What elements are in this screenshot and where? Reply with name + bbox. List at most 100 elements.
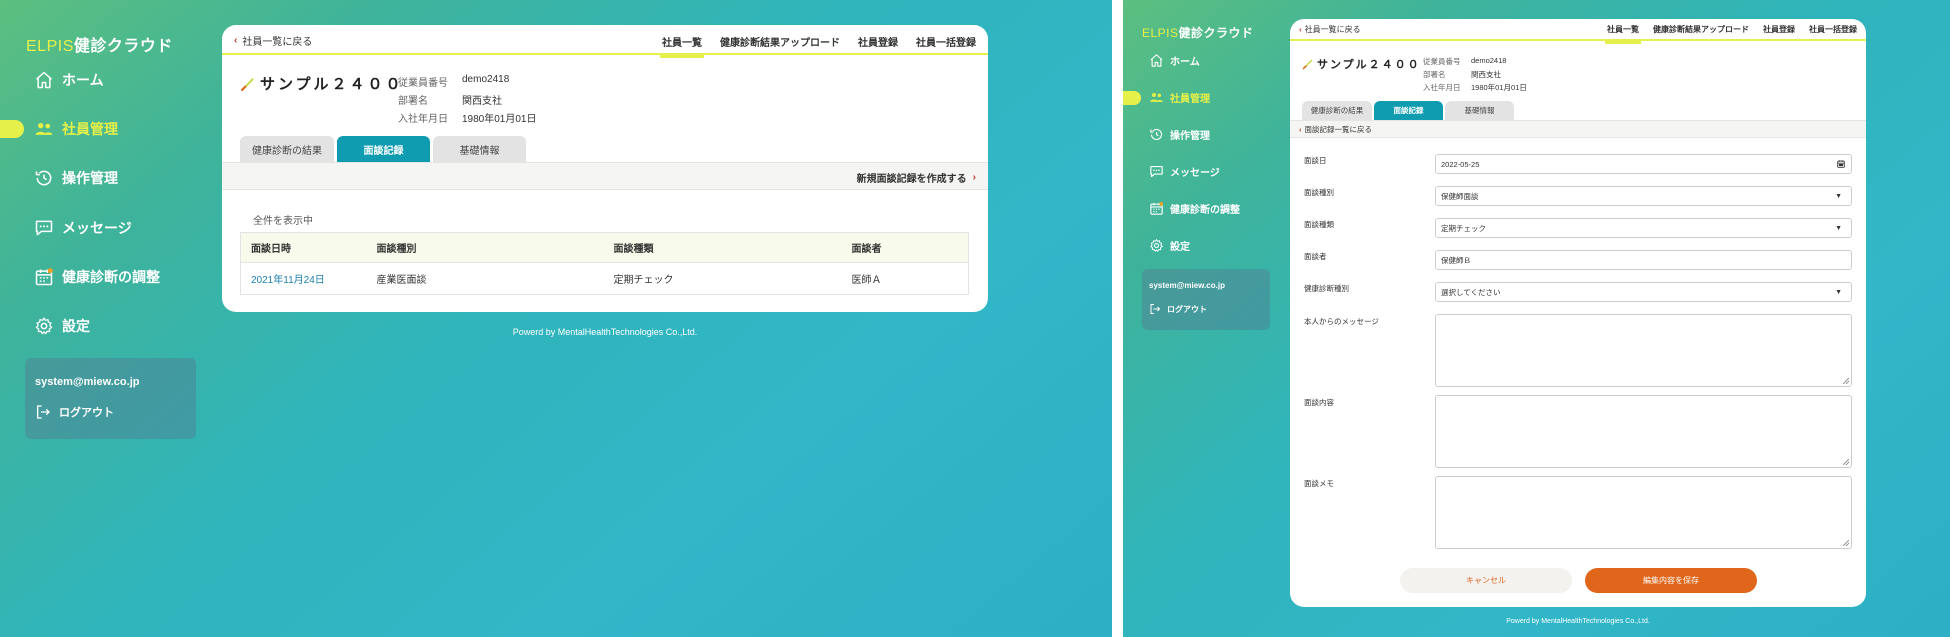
user-email: system@miew.co.jp <box>1149 281 1225 290</box>
interview-records-table: 面談日時 面談種別 面談種類 面談者 2021年11月24日 産業医面談 定期チ… <box>240 232 969 295</box>
tab-employee-list[interactable]: 社員一覧 <box>1605 24 1641 44</box>
new-interview-record-link[interactable]: 新規面談記録を作成する › <box>857 170 976 185</box>
top-navigation: 社員一覧 健康診断結果アップロード 社員登録 社員一括登録 <box>660 34 976 58</box>
sidebar-item-home[interactable]: ホーム <box>1149 53 1200 68</box>
sidebar-item-checkup-schedule[interactable]: 健康診断の調整 <box>34 267 160 287</box>
record-interviewer: 医師Ａ <box>851 275 882 286</box>
tab-employee-list[interactable]: 社員一覧 <box>660 34 704 58</box>
sidebar-item-employees[interactable]: 社員管理 <box>34 119 118 139</box>
back-to-interview-list-link[interactable]: ‹ 面談記録一覧に戻る <box>1299 124 1372 135</box>
sidebar-item-operations[interactable]: 操作管理 <box>34 168 118 188</box>
join-date-label: 入社年月日 <box>1423 83 1461 92</box>
form-card: ‹ 社員一覧に戻る 社員一覧 健康診断結果アップロード 社員登録 社員一括登録 … <box>1290 19 1866 607</box>
employee-id-value: demo2418 <box>462 74 510 85</box>
department-label: 部署名 <box>398 96 428 107</box>
employee-id-label: 従業員番号 <box>1423 57 1461 66</box>
sidebar-item-label: 操作管理 <box>1170 131 1210 142</box>
tab-employee-register[interactable]: 社員登録 <box>1763 24 1795 35</box>
tab-interview-records[interactable]: 面談記録 <box>1374 101 1443 120</box>
pencil-icon <box>240 76 256 92</box>
tab-checkup-upload[interactable]: 健康診断結果アップロード <box>1653 24 1749 35</box>
interview-memo-textarea[interactable] <box>1435 476 1852 549</box>
sidebar-item-home[interactable]: ホーム <box>34 70 104 90</box>
logout-label: ログアウト <box>59 407 114 419</box>
record-type: 定期チェック <box>613 275 674 286</box>
checkup-category-value: 選択してください <box>1441 287 1501 297</box>
cancel-button[interactable]: キャンセル <box>1400 568 1572 593</box>
user-email: system@miew.co.jp <box>35 376 140 388</box>
sidebar-item-label: ホーム <box>1170 57 1200 68</box>
interviewer-input[interactable]: 保健師Ｂ <box>1435 250 1852 270</box>
interview-type-value: 定期チェック <box>1441 223 1486 233</box>
back-to-employee-list-link[interactable]: ‹ 社員一覧に戻る <box>1299 24 1361 35</box>
sidebar-item-settings[interactable]: 設定 <box>1149 238 1190 253</box>
tab-employee-register[interactable]: 社員登録 <box>858 34 898 49</box>
logo-brand: ELPIS <box>1142 26 1179 40</box>
users-icon <box>1149 90 1164 105</box>
logout-icon <box>1149 303 1161 315</box>
logo-brand: ELPIS <box>26 38 74 55</box>
sidebar-item-label: メッセージ <box>62 220 132 236</box>
interviewer-value: 保健師Ｂ <box>1441 255 1471 265</box>
department-label: 部署名 <box>1423 70 1446 79</box>
message-icon <box>34 218 54 238</box>
interview-category-select[interactable]: 保健師面談 ▼ <box>1435 186 1852 206</box>
pencil-icon <box>1302 58 1314 70</box>
tab-bulk-register[interactable]: 社員一括登録 <box>916 34 976 49</box>
checkup-category-select[interactable]: 選択してください ▼ <box>1435 282 1852 302</box>
employee-id-value: demo2418 <box>1471 56 1507 65</box>
sidebar-item-employees[interactable]: 社員管理 <box>1149 90 1210 105</box>
tab-checkup-results[interactable]: 健康診断の結果 <box>1302 101 1372 120</box>
main-card: ‹ 社員一覧に戻る 社員一覧 健康診断結果アップロード 社員登録 社員一括登録 … <box>222 25 988 312</box>
app-logo[interactable]: ELPIS健診クラウド <box>1142 24 1254 41</box>
sidebar-item-label: 設定 <box>62 318 90 334</box>
join-date-value: 1980年01月01日 <box>1471 83 1527 92</box>
field-label-checkup-category: 健康診断種別 <box>1304 284 1349 293</box>
record-date-link[interactable]: 2021年11月24日 <box>241 263 367 295</box>
dropdown-caret-icon: ▼ <box>1835 224 1842 232</box>
tab-checkup-upload[interactable]: 健康診断結果アップロード <box>720 34 840 49</box>
sidebar-item-label: 健康診断の調整 <box>62 269 160 285</box>
tab-basic-info[interactable]: 基礎情報 <box>433 136 526 162</box>
logout-button[interactable]: ログアウト <box>35 404 114 420</box>
col-interview-type: 面談種類 <box>603 232 842 263</box>
back-label: 社員一覧に戻る <box>242 37 313 48</box>
tab-basic-info[interactable]: 基礎情報 <box>1445 101 1514 120</box>
sidebar-item-label: 社員管理 <box>62 121 118 137</box>
user-box: system@miew.co.jp ログアウト <box>25 358 196 439</box>
logout-button[interactable]: ログアウト <box>1149 303 1207 315</box>
tab-bulk-register[interactable]: 社員一括登録 <box>1809 24 1857 35</box>
employee-id-label: 従業員番号 <box>398 78 448 89</box>
sidebar-item-label: 操作管理 <box>62 170 118 186</box>
back-label: 社員一覧に戻る <box>1304 25 1361 34</box>
app-logo[interactable]: ELPIS健診クラウド <box>26 32 173 56</box>
department-value: 関西支社 <box>1471 70 1501 79</box>
field-label-interview-content: 面談内容 <box>1304 398 1334 407</box>
interview-type-select[interactable]: 定期チェック ▼ <box>1435 218 1852 238</box>
sidebar-item-operations[interactable]: 操作管理 <box>1149 127 1210 142</box>
sidebar-item-messages[interactable]: メッセージ <box>1149 164 1220 179</box>
table-header-row: 面談日時 面談種別 面談種類 面談者 <box>240 232 969 263</box>
join-date-label: 入社年月日 <box>398 114 448 125</box>
back-to-employee-list-link[interactable]: ‹ 社員一覧に戻る <box>234 33 312 48</box>
tab-interview-records[interactable]: 面談記録 <box>337 136 430 162</box>
sidebar-item-settings[interactable]: 設定 <box>34 316 90 336</box>
self-message-textarea[interactable] <box>1435 314 1852 387</box>
sidebar-item-messages[interactable]: メッセージ <box>34 218 132 238</box>
interview-date-input[interactable]: 2022-05-25 <box>1435 154 1852 174</box>
table-row[interactable]: 2021年11月24日 産業医面談 定期チェック 医師Ａ <box>241 263 969 295</box>
tab-checkup-results[interactable]: 健康診断の結果 <box>240 136 334 162</box>
calendar-icon <box>1149 201 1164 216</box>
users-icon <box>34 119 54 139</box>
interview-category-value: 保健師面談 <box>1441 191 1479 201</box>
dropdown-caret-icon: ▼ <box>1835 192 1842 200</box>
user-box: system@miew.co.jp ログアウト <box>1142 269 1270 330</box>
calendar-picker-icon[interactable] <box>1836 159 1846 169</box>
records-toolbar: 新規面談記録を作成する › <box>222 162 988 190</box>
interview-content-textarea[interactable] <box>1435 395 1852 468</box>
top-navigation: 社員一覧 健康診断結果アップロード 社員登録 社員一括登録 <box>1605 24 1857 44</box>
save-button[interactable]: 編集内容を保存 <box>1585 568 1757 593</box>
sidebar-item-checkup-schedule[interactable]: 健康診断の調整 <box>1149 201 1240 216</box>
chevron-left-icon: ‹ <box>234 35 238 46</box>
left-screen: ELPIS健診クラウド ホーム 社員管理 操作管理 メッセージ 健康診断の調整 … <box>0 0 1112 637</box>
